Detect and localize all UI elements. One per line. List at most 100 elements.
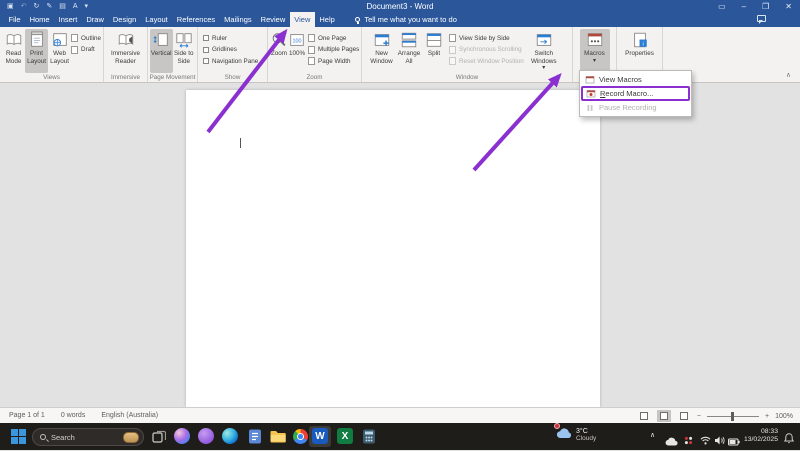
- tab-references[interactable]: References: [172, 12, 219, 27]
- zoom-slider-thumb[interactable]: [731, 411, 734, 421]
- outline-button[interactable]: Outline: [71, 34, 101, 42]
- print-layout-button[interactable]: Print Layout: [25, 29, 49, 73]
- onedrive-icon[interactable]: [665, 433, 678, 451]
- window-group-label: Window: [455, 74, 479, 81]
- close-icon[interactable]: ✕: [785, 2, 792, 11]
- zoom-100-button[interactable]: 100%: [288, 29, 306, 73]
- search-icon: [40, 434, 46, 440]
- page-count[interactable]: Page 1 of 1: [9, 412, 45, 419]
- immersive-reader-button[interactable]: Immersive Reader: [108, 29, 144, 73]
- read-mode-button[interactable]: Read Mode: [2, 29, 25, 73]
- word-icon[interactable]: W: [312, 428, 328, 444]
- tab-file[interactable]: File: [4, 12, 25, 27]
- print-layout-view-button[interactable]: [656, 410, 671, 422]
- multiple-pages-button[interactable]: Multiple Pages: [308, 45, 360, 54]
- gridlines-checkbox[interactable]: Gridlines: [203, 46, 258, 54]
- weather-alert-badge: [554, 423, 560, 429]
- restore-icon[interactable]: ❐: [762, 2, 769, 11]
- side-to-side-icon: [176, 33, 192, 48]
- zoom-button[interactable]: Zoom: [270, 29, 288, 73]
- language-status[interactable]: English (Australia): [101, 412, 158, 419]
- zoom-slider[interactable]: [707, 411, 759, 421]
- new-window-button[interactable]: New Window: [368, 29, 395, 73]
- vertical-button[interactable]: Vertical: [150, 29, 173, 73]
- copilot-icon[interactable]: [174, 428, 190, 444]
- calculator-icon[interactable]: [360, 428, 377, 445]
- taskbar-clock[interactable]: 08:33 13/02/2025: [740, 428, 778, 445]
- security-tray-icon[interactable]: [684, 432, 693, 450]
- ribbon-options-icon[interactable]: ▭: [718, 2, 726, 11]
- side-to-side-button[interactable]: Side to Side: [173, 29, 196, 73]
- one-page-button[interactable]: One Page: [308, 34, 359, 42]
- reset-window-position-icon: [449, 57, 456, 65]
- feedback-icon[interactable]: [757, 15, 766, 24]
- collapse-ribbon-icon[interactable]: ∧: [786, 71, 791, 79]
- view-macros-menu-item[interactable]: View Macros: [580, 73, 691, 86]
- task-view-icon[interactable]: [150, 428, 167, 445]
- draft-label: Draft: [81, 46, 95, 53]
- ribbon-tabs: File Home Insert Draw Design Layout Refe…: [4, 12, 457, 27]
- multiple-pages-label: Multiple Pages: [318, 46, 360, 53]
- start-button[interactable]: [11, 429, 26, 444]
- word-count[interactable]: 0 words: [61, 412, 86, 419]
- page-width-button[interactable]: Page Width: [308, 57, 359, 65]
- notification-bell-icon[interactable]: [783, 431, 795, 449]
- cortana-icon[interactable]: [198, 428, 214, 444]
- switch-windows-button[interactable]: Switch Windows ▾: [528, 29, 560, 73]
- chrome-icon[interactable]: [292, 428, 309, 445]
- split-button[interactable]: Split: [423, 29, 445, 73]
- minimize-icon[interactable]: –: [742, 2, 746, 11]
- properties-button[interactable]: Properties: [620, 29, 660, 73]
- view-side-by-side-icon: [449, 34, 456, 42]
- battery-icon[interactable]: [728, 433, 740, 451]
- tab-home[interactable]: Home: [25, 12, 54, 27]
- ribbon-group-views: Read Mode Print Layout Web Layout Outlin…: [0, 27, 104, 82]
- read-mode-label: Read Mode: [5, 50, 22, 65]
- ribbon-group-immersive: Immersive Reader Immersive: [104, 27, 148, 82]
- view-side-by-side-label: View Side by Side: [459, 34, 510, 42]
- draft-button[interactable]: Draft: [71, 45, 101, 54]
- read-mode-view-button[interactable]: [637, 410, 651, 422]
- tab-view[interactable]: View: [289, 12, 315, 27]
- properties-icon: [633, 32, 647, 48]
- arrange-all-icon: [401, 32, 417, 48]
- ruler-checkbox[interactable]: Ruler: [203, 34, 258, 42]
- record-macro-menu-item[interactable]: Record Macro...: [581, 86, 690, 101]
- ribbon-group-page-movement: Vertical Side to Side Page Movement: [148, 27, 198, 82]
- ribbon-group-zoom: Zoom 100% One Page Multiple Pages Page W…: [268, 27, 362, 82]
- arrange-all-button[interactable]: Arrange All: [395, 29, 423, 73]
- macros-button[interactable]: Macros ▾: [579, 29, 610, 73]
- tab-mailings[interactable]: Mailings: [220, 12, 257, 27]
- side-to-side-label: Side to Side: [173, 50, 194, 65]
- tab-layout[interactable]: Layout: [141, 12, 173, 27]
- reset-window-position-label: Reset Window Position: [459, 57, 524, 65]
- excel-icon[interactable]: X: [337, 428, 353, 444]
- print-layout-label: Print Layout: [27, 50, 46, 65]
- document-page[interactable]: [186, 90, 600, 407]
- view-side-by-side-button[interactable]: View Side by Side: [449, 34, 524, 42]
- navigation-pane-checkbox[interactable]: Navigation Pane: [203, 57, 258, 65]
- zoom-percentage[interactable]: 100%: [775, 413, 793, 420]
- tab-design[interactable]: Design: [108, 12, 140, 27]
- draft-icon: [71, 45, 79, 54]
- web-layout-view-button[interactable]: [677, 410, 691, 422]
- zoom-in-button[interactable]: +: [765, 413, 769, 420]
- tab-help[interactable]: Help: [315, 12, 339, 27]
- tell-me-box[interactable]: Tell me what you want to do: [355, 12, 457, 27]
- pause-recording-menu-item: Pause Recording: [580, 101, 691, 114]
- wifi-icon[interactable]: [700, 432, 711, 450]
- weather-widget[interactable]: 3°C Cloudy: [554, 423, 596, 444]
- notepad-icon[interactable]: [246, 428, 263, 445]
- read-mode-view-icon: [639, 412, 648, 420]
- tab-insert[interactable]: Insert: [54, 12, 82, 27]
- edge-icon[interactable]: [222, 428, 238, 444]
- taskbar-search[interactable]: Search: [32, 428, 144, 446]
- tab-draw[interactable]: Draw: [82, 12, 109, 27]
- volume-icon[interactable]: [714, 432, 725, 450]
- tab-review[interactable]: Review: [256, 12, 290, 27]
- web-layout-button[interactable]: Web Layout: [48, 29, 71, 73]
- zoom-out-button[interactable]: −: [697, 413, 701, 420]
- tray-expand-icon[interactable]: ∧: [650, 431, 655, 439]
- status-bar: Page 1 of 1 0 words English (Australia) …: [0, 407, 800, 423]
- file-explorer-icon[interactable]: [269, 428, 286, 445]
